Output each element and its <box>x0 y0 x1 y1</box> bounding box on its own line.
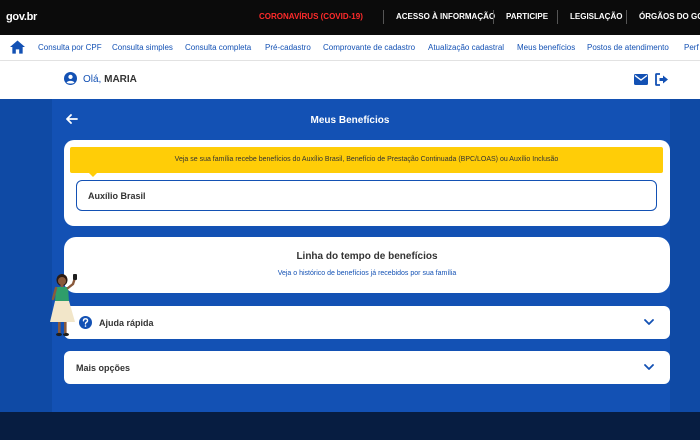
chevron-down-icon[interactable] <box>644 363 654 371</box>
nav-consulta-completa[interactable]: Consulta completa <box>185 43 251 52</box>
divider <box>493 10 494 24</box>
notice-tip <box>89 173 97 177</box>
link-coronavirus[interactable]: CORONAVÍRUS (COVID-19) <box>259 12 363 21</box>
nav-consulta-cpf[interactable]: Consulta por CPF <box>38 43 102 52</box>
nav-pre-cadastro[interactable]: Pré-cadastro <box>265 43 311 52</box>
nav-perfil[interactable]: Perf <box>684 43 699 52</box>
accordion-label: Ajuda rápida <box>99 318 154 328</box>
link-orgaos-governo[interactable]: ÓRGÃOS DO GOVE <box>639 12 700 21</box>
divider <box>626 10 627 24</box>
footer-strip <box>0 412 700 440</box>
link-acesso-informacao[interactable]: ACESSO À INFORMAÇÃO <box>396 12 495 21</box>
divider <box>383 10 384 24</box>
timeline-title: Linha do tempo de benefícios <box>296 251 438 262</box>
exit-icon[interactable] <box>655 73 669 86</box>
link-participe[interactable]: PARTICIPE <box>506 12 548 21</box>
accordion-mais-opcoes[interactable]: Mais opções <box>64 351 670 384</box>
gov-top-bar: gov.br CORONAVÍRUS (COVID-19) ACESSO À I… <box>0 0 700 35</box>
divider <box>557 10 558 24</box>
timeline-subtitle[interactable]: Veja o histórico de benefícios já recebi… <box>64 270 670 277</box>
nav-atualizacao-cadastral[interactable]: Atualização cadastral <box>428 43 504 52</box>
woman-illustration <box>50 274 77 337</box>
notice-banner: Veja se sua família recebe benefícios do… <box>70 147 663 173</box>
nav-consulta-simples[interactable]: Consulta simples <box>112 43 173 52</box>
user-name: MARIA <box>104 74 137 85</box>
side-panel-left <box>0 99 52 412</box>
side-panel-right <box>670 99 700 412</box>
accordion-ajuda-rapida[interactable]: Ajuda rápida <box>64 306 670 339</box>
nav-meus-beneficios[interactable]: Meus benefícios <box>517 43 575 52</box>
greeting-text: Olá, <box>83 74 102 85</box>
timeline-card[interactable]: Linha do tempo de benefícios Veja o hist… <box>64 237 670 293</box>
nav-comprovante-cadastro[interactable]: Comprovante de cadastro <box>323 43 415 52</box>
benefit-select[interactable]: Auxílio Brasil <box>76 180 657 211</box>
benefit-select-value: Auxílio Brasil <box>88 191 146 201</box>
page-title: Meus Benefícios <box>310 115 390 126</box>
govbr-logo[interactable]: gov.br <box>6 11 37 23</box>
accordion-label: Mais opções <box>76 363 131 373</box>
chevron-down-icon[interactable] <box>644 318 654 326</box>
user-greeting: Olá, MARIA <box>83 74 137 85</box>
link-legislacao[interactable]: LEGISLAÇÃO <box>570 12 622 21</box>
user-icon <box>64 72 77 85</box>
nav-postos-atendimento[interactable]: Postos de atendimento <box>587 43 669 52</box>
home-icon[interactable] <box>10 40 25 54</box>
mail-icon[interactable] <box>634 74 648 85</box>
user-bar: Olá, MARIA <box>0 61 700 99</box>
service-nav-bar: Consulta por CPF Consulta simples Consul… <box>0 35 700 61</box>
